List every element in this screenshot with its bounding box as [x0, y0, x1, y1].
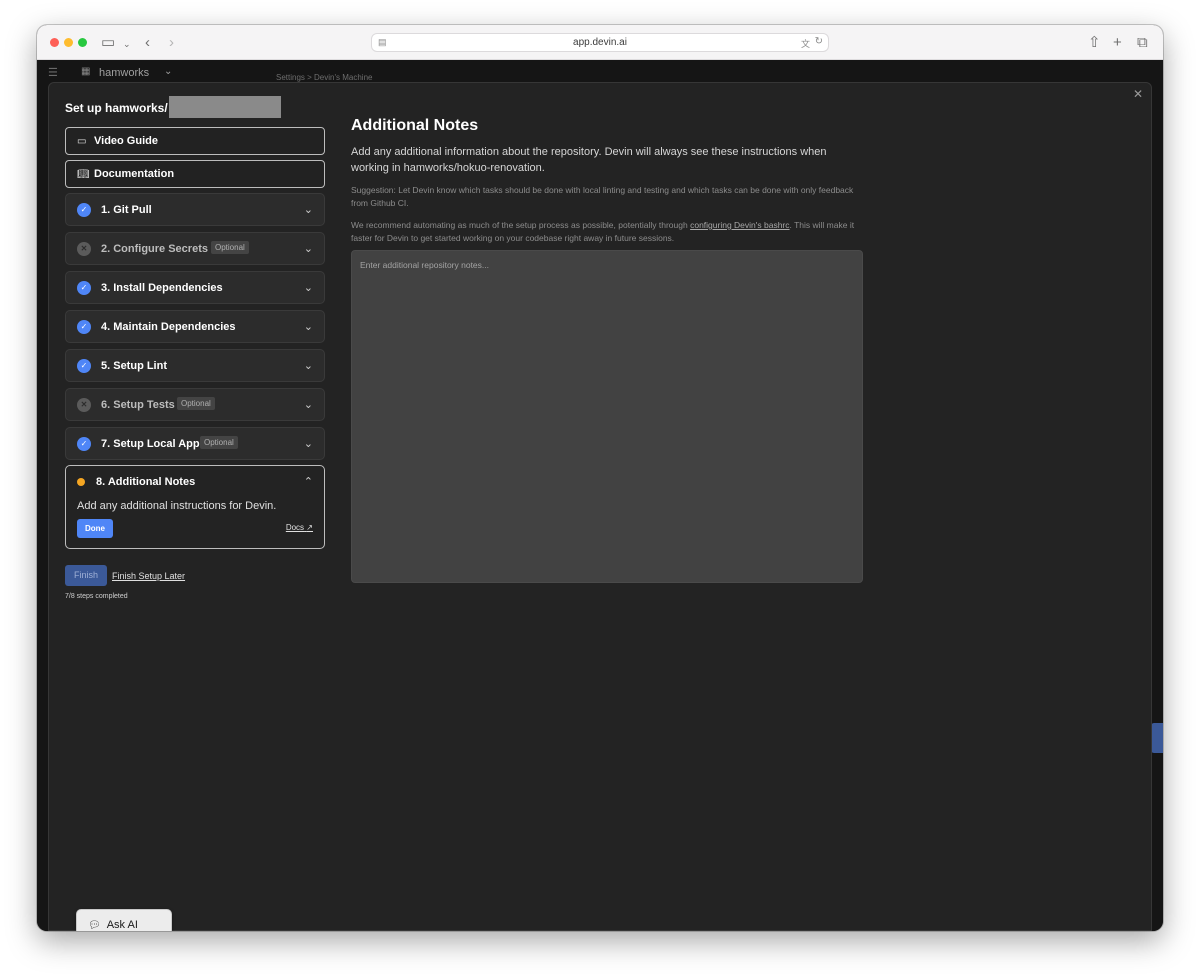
url-text: app.devin.ai: [573, 37, 627, 48]
check-icon: ✓: [77, 281, 91, 295]
app-header: ☰ ▦ hamworks ⌄ Settings > Devin's Machin…: [37, 60, 1163, 82]
notes-title: Additional Notes: [351, 117, 479, 134]
step-description: Add any additional instructions for Devi…: [77, 500, 277, 512]
check-icon: ✓: [77, 437, 91, 451]
check-icon: ✓: [77, 203, 91, 217]
building-icon: ▦: [81, 66, 91, 77]
reload-icon[interactable]: ↻: [815, 36, 823, 47]
address-bar[interactable]: ▤ app.devin.ai 文 ↻: [371, 33, 829, 52]
step-additional-notes: 8. Additional Notes ⌃ Add any additional…: [65, 465, 325, 549]
step-setup-tests[interactable]: ✕ 6. Setup Tests Optional ⌄: [65, 388, 325, 421]
share-icon[interactable]: ⇧: [1088, 34, 1101, 51]
notes-recommendation: We recommend automating as much of the s…: [351, 219, 871, 245]
docs-link[interactable]: Docs ↗: [286, 523, 313, 532]
external-link-icon: ↗: [306, 523, 313, 532]
optional-badge: Optional: [177, 397, 215, 410]
translate-icon[interactable]: 文: [801, 37, 810, 50]
new-tab-icon[interactable]: +: [1113, 34, 1122, 51]
finish-button[interactable]: Finish: [65, 565, 107, 586]
chevron-up-icon[interactable]: ⌃: [304, 475, 313, 488]
optional-badge: Optional: [200, 436, 238, 449]
chevron-down-icon: ⌄: [303, 282, 313, 294]
browser-toolbar: ▭ ⌄ ‹ › ▤ app.devin.ai 文 ↻ ⇧ + ⧉: [37, 25, 1163, 60]
chevron-down-icon: ⌄: [303, 321, 313, 333]
check-icon: ✓: [77, 320, 91, 334]
tab-overview-icon[interactable]: ⧉: [1137, 34, 1148, 51]
step-setup-lint[interactable]: ✓ 5. Setup Lint ⌄: [65, 349, 325, 382]
ask-ai-button[interactable]: 💬︎ Ask AI: [76, 909, 172, 931]
side-tab[interactable]: [1151, 723, 1163, 753]
skipped-icon: ✕: [77, 398, 91, 412]
done-button[interactable]: Done: [77, 519, 113, 538]
chevron-down-icon: ⌄: [303, 438, 313, 450]
sidebar-icon[interactable]: ▭: [101, 34, 115, 51]
step-label: 5. Setup Lint: [101, 360, 167, 372]
step-maintain-dependencies[interactable]: ✓ 4. Maintain Dependencies ⌄: [65, 310, 325, 343]
step-git-pull[interactable]: ✓ 1. Git Pull ⌄: [65, 193, 325, 226]
chevron-down-icon: ⌄: [303, 243, 313, 255]
chat-icon: 💬︎: [88, 919, 101, 931]
step-label: 7. Setup Local App: [101, 438, 200, 450]
breadcrumb: Settings > Devin's Machine: [276, 73, 373, 82]
step-install-dependencies[interactable]: ✓ 3. Install Dependencies ⌄: [65, 271, 325, 304]
step-label: 6. Setup Tests: [101, 399, 175, 411]
skipped-icon: ✕: [77, 242, 91, 256]
finish-setup-later-link[interactable]: Finish Setup Later: [112, 571, 185, 581]
chevron-down-icon[interactable]: ⌄: [164, 66, 172, 77]
bashrc-link[interactable]: configuring Devin's bashrc: [690, 220, 789, 230]
step-label: 3. Install Dependencies: [101, 282, 223, 294]
book-icon: 📖︎: [77, 168, 90, 180]
docs-link-label: Docs: [285, 523, 305, 532]
check-icon: ✓: [77, 359, 91, 373]
notes-intro: Add any additional information about the…: [351, 146, 827, 174]
setup-title: Set up hamworks/: [65, 101, 168, 115]
org-name[interactable]: hamworks: [99, 67, 149, 79]
zoom-window-button[interactable]: [78, 38, 87, 47]
in-progress-dot-icon: [77, 478, 85, 486]
documentation-button[interactable]: 📖︎ Documentation: [65, 160, 325, 188]
app-viewport: ☰ ▦ hamworks ⌄ Settings > Devin's Machin…: [37, 60, 1163, 931]
close-window-button[interactable]: [50, 38, 59, 47]
menu-icon[interactable]: ☰: [48, 66, 58, 79]
notes-suggestion: Suggestion: Let Devin know which tasks s…: [351, 185, 854, 208]
step-setup-local-app[interactable]: ✓ 7. Setup Local App Optional ⌄: [65, 427, 325, 460]
step-configure-secrets[interactable]: ✕ 2. Configure Secrets Optional ⌄: [65, 232, 325, 265]
step-label[interactable]: 8. Additional Notes: [96, 476, 195, 488]
recommend-prefix: We recommend automating as much of the s…: [351, 220, 691, 230]
video-guide-label: Video Guide: [94, 135, 158, 147]
chevron-down-icon: ⌄: [303, 360, 313, 372]
close-icon[interactable]: ✕: [1133, 87, 1143, 101]
documentation-label: Documentation: [94, 168, 175, 180]
video-guide-button[interactable]: ▭ Video Guide: [65, 127, 325, 155]
progress-text: 7/8 steps completed: [65, 593, 128, 600]
chevron-down-icon[interactable]: ⌄: [123, 36, 131, 53]
step-label: 4. Maintain Dependencies: [101, 321, 236, 333]
forward-icon[interactable]: ›: [169, 34, 174, 51]
step-label: 2. Configure Secrets: [101, 243, 208, 255]
step-label: 1. Git Pull: [101, 204, 152, 216]
ask-ai-label: Ask AI: [106, 919, 138, 931]
video-icon: ▭: [77, 135, 87, 147]
setup-modal: ✕ Set up hamworks/ ▭ Video Guide 📖︎ Docu…: [48, 82, 1152, 931]
optional-badge: Optional: [211, 241, 249, 254]
redacted-repo-name: [169, 96, 281, 118]
back-icon[interactable]: ‹: [145, 34, 150, 51]
repository-notes-textarea[interactable]: [351, 250, 863, 583]
chevron-down-icon: ⌄: [303, 399, 313, 411]
chevron-down-icon: ⌄: [303, 204, 313, 216]
minimize-window-button[interactable]: [64, 38, 73, 47]
browser-window: ▭ ⌄ ‹ › ▤ app.devin.ai 文 ↻ ⇧ + ⧉ ☰ ▦ ham…: [37, 25, 1163, 931]
